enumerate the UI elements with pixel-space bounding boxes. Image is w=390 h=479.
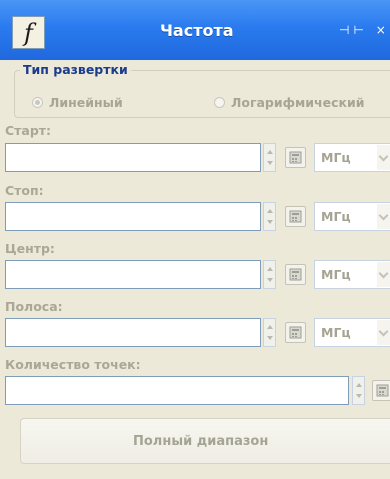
stop-unit-value: МГц	[321, 209, 351, 224]
chevron-down-icon[interactable]	[377, 145, 390, 170]
start-calculator-button[interactable]	[285, 147, 306, 168]
start-unit-value: МГц	[321, 150, 351, 165]
calculator-icon	[289, 210, 302, 223]
chevron-down-icon[interactable]	[377, 204, 390, 229]
stop-input[interactable]	[5, 202, 261, 231]
radio-logarithmic-indicator[interactable]	[214, 97, 225, 108]
sweep-type-group	[14, 70, 390, 118]
radio-logarithmic[interactable]: Логарифмический	[214, 95, 365, 110]
start-input[interactable]	[5, 143, 261, 172]
window-control-buttons[interactable]: ⊣⊢ ×	[339, 23, 390, 37]
chevron-down-icon[interactable]	[377, 320, 390, 345]
center-unit-value: МГц	[321, 267, 351, 282]
span-label: Полоса:	[5, 299, 63, 314]
calculator-icon	[289, 326, 302, 339]
center-spinner[interactable]	[263, 260, 276, 289]
full-range-button[interactable]: Полный диапазон	[20, 418, 390, 464]
points-spinner[interactable]	[352, 376, 365, 405]
points-calculator-button[interactable]	[372, 380, 390, 401]
center-calculator-button[interactable]	[285, 264, 306, 285]
center-input[interactable]	[5, 260, 261, 289]
center-unit-select[interactable]: МГц	[314, 260, 390, 289]
center-label: Центр:	[5, 241, 55, 256]
chevron-down-icon[interactable]	[377, 262, 390, 287]
window-title: Частота	[160, 21, 234, 40]
span-calculator-button[interactable]	[285, 322, 306, 343]
start-unit-select[interactable]: МГц	[314, 143, 390, 172]
span-unit-value: МГц	[321, 325, 351, 340]
app-function-icon[interactable]: f	[12, 16, 45, 49]
radio-linear[interactable]: Линейный	[32, 95, 123, 110]
stop-calculator-button[interactable]	[285, 206, 306, 227]
app-icon-letter: f	[24, 18, 33, 47]
title-bar[interactable]: f Частота ⊣⊢ ×	[0, 0, 390, 60]
calculator-icon	[289, 151, 302, 164]
radio-logarithmic-label: Логарифмический	[231, 95, 365, 110]
span-unit-select[interactable]: МГц	[314, 318, 390, 347]
sweep-type-legend: Тип развертки	[20, 62, 131, 77]
span-input[interactable]	[5, 318, 261, 347]
points-input[interactable]	[5, 376, 349, 405]
start-label: Старт:	[5, 123, 52, 138]
radio-linear-indicator[interactable]	[32, 97, 43, 108]
start-spinner[interactable]	[263, 143, 276, 172]
points-label: Количество точек:	[5, 357, 141, 372]
stop-unit-select[interactable]: МГц	[314, 202, 390, 231]
calculator-icon	[289, 268, 302, 281]
stop-spinner[interactable]	[263, 202, 276, 231]
span-spinner[interactable]	[263, 318, 276, 347]
calculator-icon	[376, 384, 389, 397]
stop-label: Стоп:	[5, 183, 44, 198]
radio-linear-label: Линейный	[49, 95, 123, 110]
